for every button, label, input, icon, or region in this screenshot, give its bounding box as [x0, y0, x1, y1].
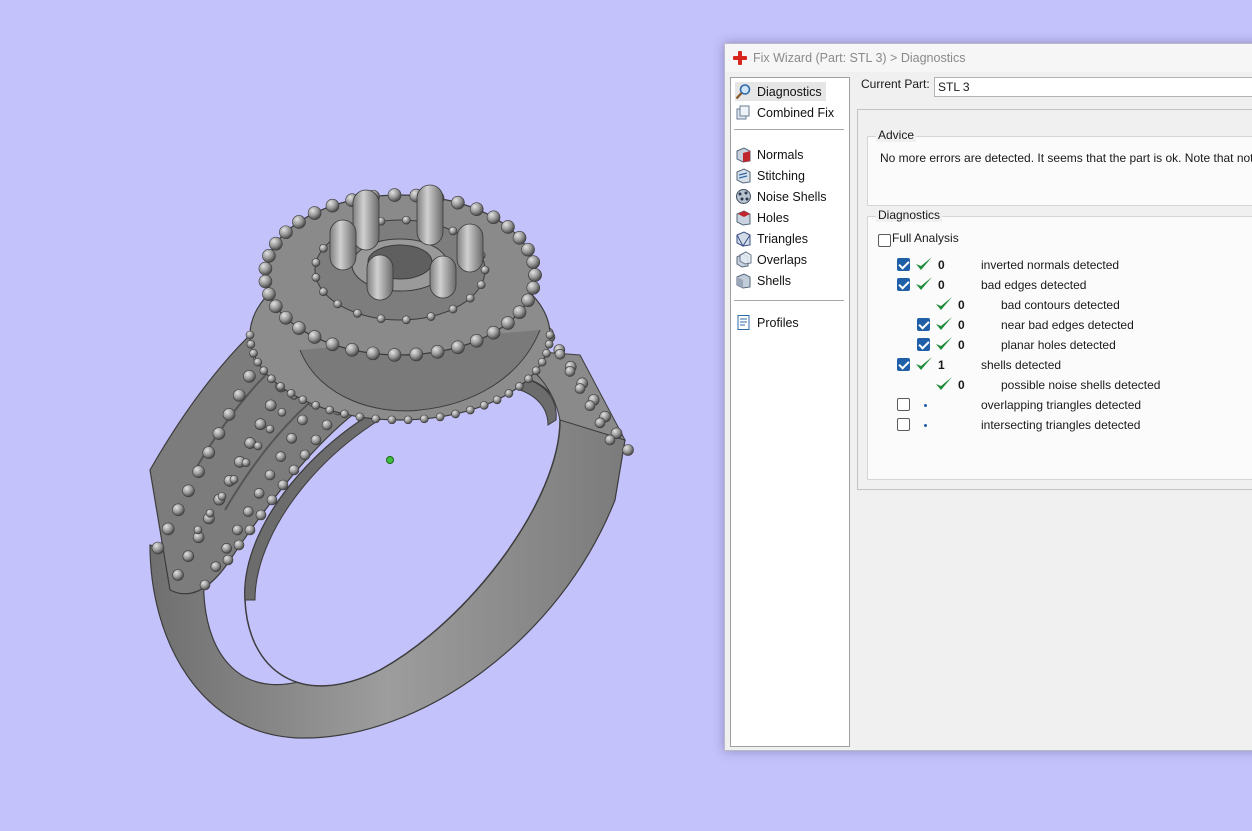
diagnostic-row: 0 near bad edges detected: [868, 315, 1252, 335]
check-mark-icon: [916, 357, 932, 370]
check-mark-icon: [936, 297, 952, 310]
nav-item-combined-fix[interactable]: Combined Fix: [735, 103, 838, 122]
nav-label: Diagnostics: [757, 84, 822, 99]
diagnostics-title: Diagnostics: [876, 208, 943, 222]
diagnostic-row: 0 inverted normals detected: [868, 255, 1252, 275]
shells-icon: [736, 273, 751, 289]
row-checkbox[interactable]: [897, 358, 910, 371]
triangles-icon: [736, 231, 751, 247]
issue-count: 0: [938, 258, 945, 272]
nav-separator: [734, 129, 844, 130]
nav-label: Holes: [757, 210, 789, 225]
nav-label: Profiles: [757, 315, 799, 330]
diagnostics-panel: Advice No more errors are detected. It s…: [857, 109, 1252, 490]
red-cross-app-icon: [733, 51, 747, 65]
noise-shells-icon: [736, 189, 751, 204]
nav-item-triangles[interactable]: Triangles: [735, 229, 812, 248]
diagnostic-row: overlapping triangles detected: [868, 395, 1252, 415]
diagnostic-row: 0 possible noise shells detected: [868, 375, 1252, 395]
advice-title: Advice: [876, 128, 917, 142]
pending-dot-icon: [924, 424, 927, 427]
check-mark-icon: [916, 277, 932, 290]
issue-count: 1: [938, 358, 945, 372]
row-checkbox[interactable]: [897, 278, 910, 291]
issue-description: possible noise shells detected: [1001, 378, 1161, 392]
nav-item-noise-shells[interactable]: Noise Shells: [735, 187, 830, 206]
nav-item-normals[interactable]: Normals: [735, 145, 808, 164]
nav-label: Combined Fix: [757, 105, 835, 120]
nav-item-holes[interactable]: Holes: [735, 208, 793, 227]
nav-separator: [734, 300, 844, 301]
magnifier-icon: [735, 84, 751, 100]
full-analysis-label: Full Analysis: [892, 231, 959, 245]
wizard-nav: Diagnostics Combined Fix Normals Stitchi…: [730, 77, 850, 747]
issue-description: bad contours detected: [1001, 298, 1120, 312]
row-checkbox[interactable]: [917, 338, 930, 351]
issue-count: 0: [958, 378, 965, 392]
diagnostic-row: 0 planar holes detected: [868, 335, 1252, 355]
issue-count: 0: [958, 318, 965, 332]
issue-description: planar holes detected: [1001, 338, 1116, 352]
row-checkbox[interactable]: [897, 258, 910, 271]
diagnostics-group: Diagnostics Full Analysis 0 inverted norm…: [867, 208, 1252, 480]
current-part-label: Current Part:: [861, 77, 930, 91]
check-mark-icon: [936, 377, 952, 390]
check-mark-icon: [936, 317, 952, 330]
nav-label: Noise Shells: [757, 189, 827, 204]
row-checkbox[interactable]: [897, 398, 910, 411]
window-title: Fix Wizard (Part: STL 3) > Diagnostics: [753, 51, 966, 65]
issue-count: 0: [958, 298, 965, 312]
check-mark-icon: [936, 337, 952, 350]
nav-item-diagnostics[interactable]: Diagnostics: [735, 82, 826, 101]
pivot-marker: [386, 456, 394, 464]
normals-icon: [736, 147, 751, 163]
row-checkbox[interactable]: [917, 318, 930, 331]
issue-description: bad edges detected: [981, 278, 1087, 292]
stitching-icon: [736, 168, 751, 184]
holes-icon: [736, 210, 751, 226]
nav-label: Normals: [757, 147, 804, 162]
issue-count: 0: [958, 338, 965, 352]
nav-label: Stitching: [757, 168, 805, 183]
nav-label: Overlaps: [757, 252, 808, 267]
nav-item-profiles[interactable]: Profiles: [735, 313, 803, 332]
row-checkbox[interactable]: [897, 418, 910, 431]
diagnostic-row: intersecting triangles detected: [868, 415, 1252, 435]
full-analysis-checkbox[interactable]: [878, 234, 891, 247]
nav-label: Triangles: [757, 231, 808, 246]
combined-fix-icon: [736, 105, 750, 120]
advice-group: Advice No more errors are detected. It s…: [867, 128, 1252, 206]
issue-description: inverted normals detected: [981, 258, 1120, 272]
issue-description: shells detected: [981, 358, 1062, 372]
nav-item-stitching[interactable]: Stitching: [735, 166, 809, 185]
ring-model: [149, 184, 634, 739]
diagnostic-row: 0 bad edges detected: [868, 275, 1252, 295]
current-part-field[interactable]: STL 3: [934, 77, 1252, 97]
nav-label: Shells: [757, 273, 792, 288]
overlaps-icon: [736, 251, 752, 268]
title-bar[interactable]: Fix Wizard (Part: STL 3) > Diagnostics: [725, 44, 1252, 72]
check-mark-icon: [916, 257, 932, 270]
fix-wizard-dialog: Fix Wizard (Part: STL 3) > Diagnostics D…: [724, 43, 1252, 751]
advice-text: No more errors are detected. It seems th…: [880, 151, 1252, 165]
issue-count: 0: [938, 278, 945, 292]
nav-item-overlaps[interactable]: Overlaps: [735, 250, 811, 269]
issue-description: near bad edges detected: [1001, 318, 1134, 332]
nav-item-shells[interactable]: Shells: [735, 271, 795, 290]
issue-description: overlapping triangles detected: [981, 398, 1142, 412]
diagnostic-row: 1 shells detected: [868, 355, 1252, 375]
pending-dot-icon: [924, 404, 927, 407]
issue-description: intersecting triangles detected: [981, 418, 1141, 432]
profiles-icon: [737, 315, 750, 330]
diagnostic-row: 0 bad contours detected: [868, 295, 1252, 315]
3d-viewport[interactable]: [0, 0, 722, 831]
